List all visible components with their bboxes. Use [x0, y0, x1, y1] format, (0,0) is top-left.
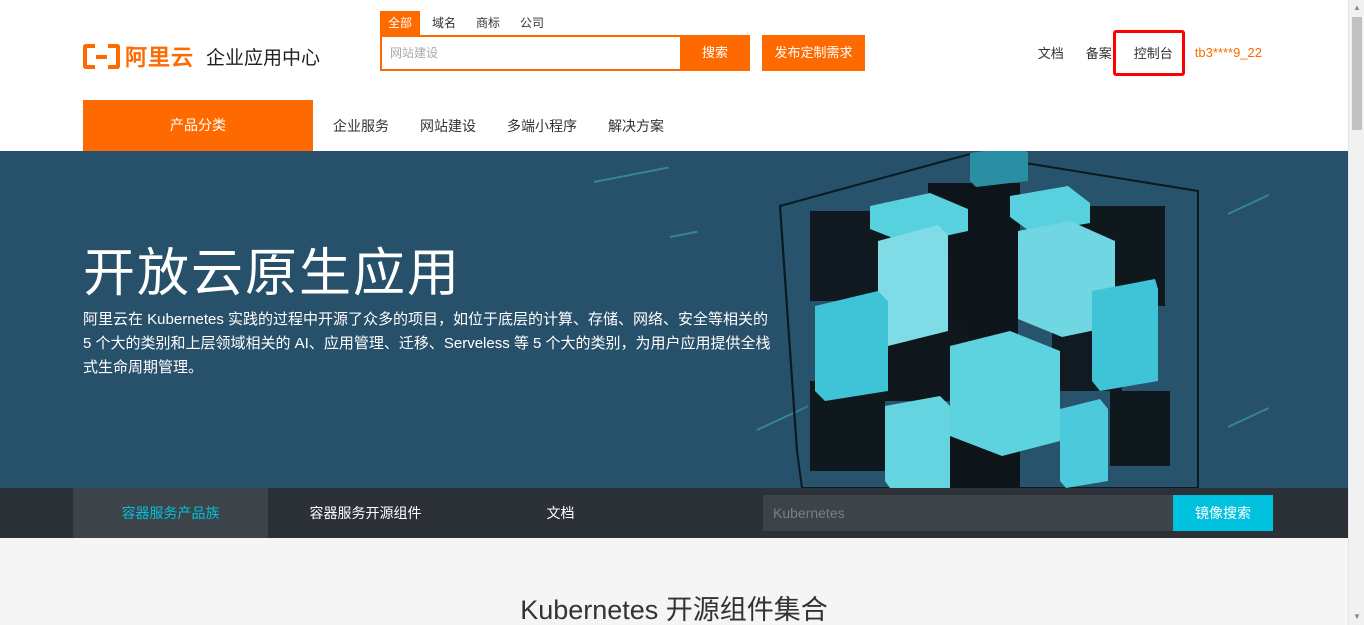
image-search-box [763, 495, 1173, 531]
search-button[interactable]: 搜索 [680, 35, 750, 71]
logo[interactable]: 阿里云 企业应用中心 [83, 40, 320, 72]
cube-graphic [778, 151, 1199, 488]
main-content: Kubernetes 开源组件集合 [0, 538, 1348, 625]
decorative-line [593, 166, 669, 183]
search-box [380, 35, 682, 71]
header: 阿里云 企业应用中心 全部 域名 商标 公司 搜索 发布定制需求 文档 备案 控… [0, 0, 1348, 100]
docs-link[interactable]: 文档 [1038, 43, 1064, 62]
aliyun-logo-icon: 阿里云 [83, 40, 194, 72]
top-links: 文档 备案 控制台 tb3****9_22 [1016, 43, 1262, 62]
nav-items: 企业服务 网站建设 多端小程序 解决方案 [333, 100, 695, 151]
scroll-thumb[interactable] [1352, 17, 1362, 130]
hero-banner: 开放云原生应用 阿里云在 Kubernetes 实践的过程中开源了众多的项目，如… [0, 151, 1348, 488]
section-title: Kubernetes 开源组件集合 [520, 595, 828, 625]
product-category-button[interactable]: 产品分类 [83, 100, 313, 151]
decorative-line [1227, 194, 1270, 215]
user-account-link[interactable]: tb3****9_22 [1195, 45, 1262, 60]
search-tab-domain[interactable]: 域名 [424, 11, 464, 35]
logo-text: 阿里云 [125, 45, 195, 70]
main-nav: 产品分类 企业服务 网站建设 多端小程序 解决方案 [0, 100, 1348, 151]
search-tabs: 全部 域名 商标 公司 [380, 11, 556, 35]
banner-title: 开放云原生应用 [83, 245, 462, 303]
scroll-down-icon[interactable]: ▼ [1349, 609, 1364, 625]
tab-container-open-source[interactable]: 容器服务开源组件 [268, 488, 463, 538]
search-tab-company[interactable]: 公司 [512, 11, 552, 35]
filing-link[interactable]: 备案 [1086, 43, 1112, 62]
nav-item-solutions[interactable]: 解决方案 [608, 116, 664, 136]
image-search-button[interactable]: 镜像搜索 [1173, 495, 1273, 531]
search-tab-all[interactable]: 全部 [380, 11, 421, 35]
nav-item-mini-program[interactable]: 多端小程序 [507, 116, 577, 136]
logo-subtitle: 企业应用中心 [206, 47, 321, 69]
sub-nav: 容器服务产品族 容器服务开源组件 文档 镜像搜索 [0, 488, 1348, 538]
tab-docs[interactable]: 文档 [463, 488, 658, 538]
console-link[interactable]: 控制台 [1134, 43, 1173, 62]
image-search-input[interactable] [763, 495, 1173, 531]
search-input[interactable] [382, 37, 682, 69]
scroll-up-icon[interactable]: ▲ [1349, 0, 1364, 16]
page-scrollbar[interactable]: ▲ ▼ [1348, 0, 1364, 625]
kubernetes-cube-illustration [770, 151, 1210, 488]
search-tab-trademark[interactable]: 商标 [468, 11, 508, 35]
nav-item-website-building[interactable]: 网站建设 [420, 116, 476, 136]
publish-requirement-button[interactable]: 发布定制需求 [762, 35, 865, 71]
decorative-line [1227, 407, 1270, 428]
decorative-line [669, 230, 698, 238]
banner-description: 阿里云在 Kubernetes 实践的过程中开源了众多的项目，如位于底层的计算、… [83, 311, 771, 376]
nav-item-enterprise-service[interactable]: 企业服务 [333, 116, 389, 136]
tab-container-service-products[interactable]: 容器服务产品族 [73, 488, 268, 538]
